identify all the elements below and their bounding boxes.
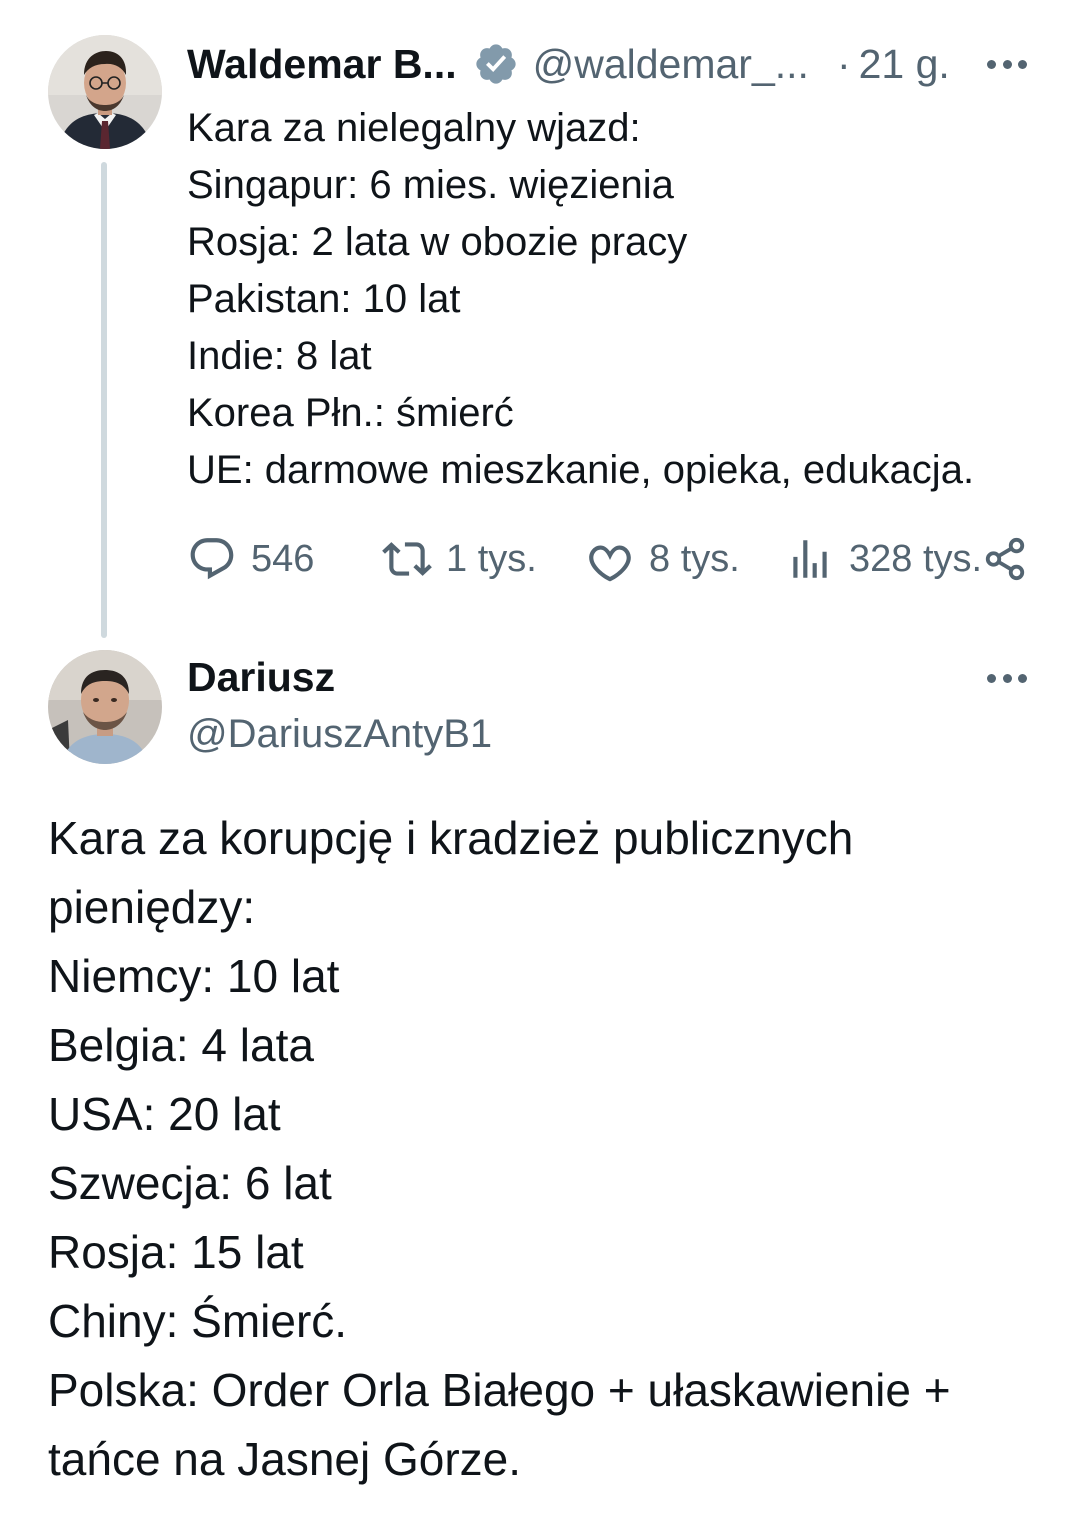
reply-button[interactable]: 546 (187, 530, 314, 588)
tweet-text-line: Singapur: 6 mies. więzienia (187, 163, 674, 207)
retweet-count: 1 tys. (446, 537, 537, 580)
author-handle[interactable]: @waldemar_... (533, 41, 809, 88)
tweet-text-line: Niemcy: 10 lat (48, 950, 340, 1002)
share-icon (985, 537, 1025, 581)
share-button[interactable] (982, 530, 1028, 588)
retweet-button[interactable]: 1 tys. (382, 530, 537, 588)
retweet-icon (382, 542, 432, 576)
tweet-text: Kara za nielegalny wjazd: Singapur: 6 mi… (187, 100, 1057, 499)
like-count: 8 tys. (649, 537, 740, 580)
tweet-text-line: Chiny: Śmierć. (48, 1295, 348, 1347)
more-icon[interactable] (987, 58, 1027, 70)
tweet-text-line: Pakistan: 10 lat (187, 277, 461, 321)
tweet-text-line: Belgia: 4 lata (48, 1019, 314, 1071)
tweet-text-line: Korea Płn.: śmierć (187, 391, 514, 435)
tweet-text-line: tańce na Jasnej Górze. (48, 1433, 522, 1485)
avatar-photo (48, 650, 162, 764)
author-name[interactable]: Waldemar B... (187, 41, 457, 88)
thread-connector-line (101, 162, 107, 638)
views-count: 328 tys. (849, 537, 983, 580)
tweet-text-line: Kara za nielegalny wjazd: (187, 106, 641, 150)
avatar-photo (48, 35, 162, 149)
tweet-text-line: UE: darmowe mieszkanie, opieka, edukacja… (187, 448, 975, 492)
tweet-actions-bar: 546 1 tys. 8 tys. 328 tys. (187, 530, 1032, 588)
timestamp[interactable]: 21 g. (859, 41, 950, 88)
author-handle[interactable]: @DariuszAntyB1 (187, 712, 492, 757)
like-button[interactable]: 8 tys. (585, 530, 740, 588)
reply-icon (190, 538, 234, 580)
views-icon (793, 540, 827, 578)
tweet-text-line: Rosja: 2 lata w obozie pracy (187, 220, 688, 264)
tweet-text-line: pieniędzy: (48, 881, 256, 933)
tweet-text-line: Kara za korupcję i kradzież publicznych (48, 812, 854, 864)
tweet-text-line: Polska: Order Orla Białego + ułaskawieni… (48, 1364, 951, 1416)
like-icon (589, 545, 631, 582)
views-button[interactable]: 328 tys. (785, 530, 982, 588)
separator-dot: · (836, 40, 851, 87)
author-name[interactable]: Dariusz (187, 654, 335, 701)
tweet-text-line: Indie: 8 lat (187, 334, 372, 378)
tweet-text-line: USA: 20 lat (48, 1088, 281, 1140)
avatar[interactable] (48, 35, 162, 149)
reply-count: 546 (251, 537, 315, 580)
tweet-header: Waldemar B... @waldemar_... · 21 g. (187, 38, 1037, 90)
tweet-text-line: Rosja: 15 lat (48, 1226, 304, 1278)
tweet-thread: Waldemar B... @waldemar_... · 21 g. Kara… (0, 0, 1080, 1519)
tweet-text: Kara za korupcję i kradzież publicznych … (48, 804, 1038, 1494)
tweet-text-line: Szwecja: 6 lat (48, 1157, 332, 1209)
more-icon[interactable] (987, 672, 1027, 684)
verified-badge-icon (475, 44, 516, 84)
avatar[interactable] (48, 650, 162, 764)
